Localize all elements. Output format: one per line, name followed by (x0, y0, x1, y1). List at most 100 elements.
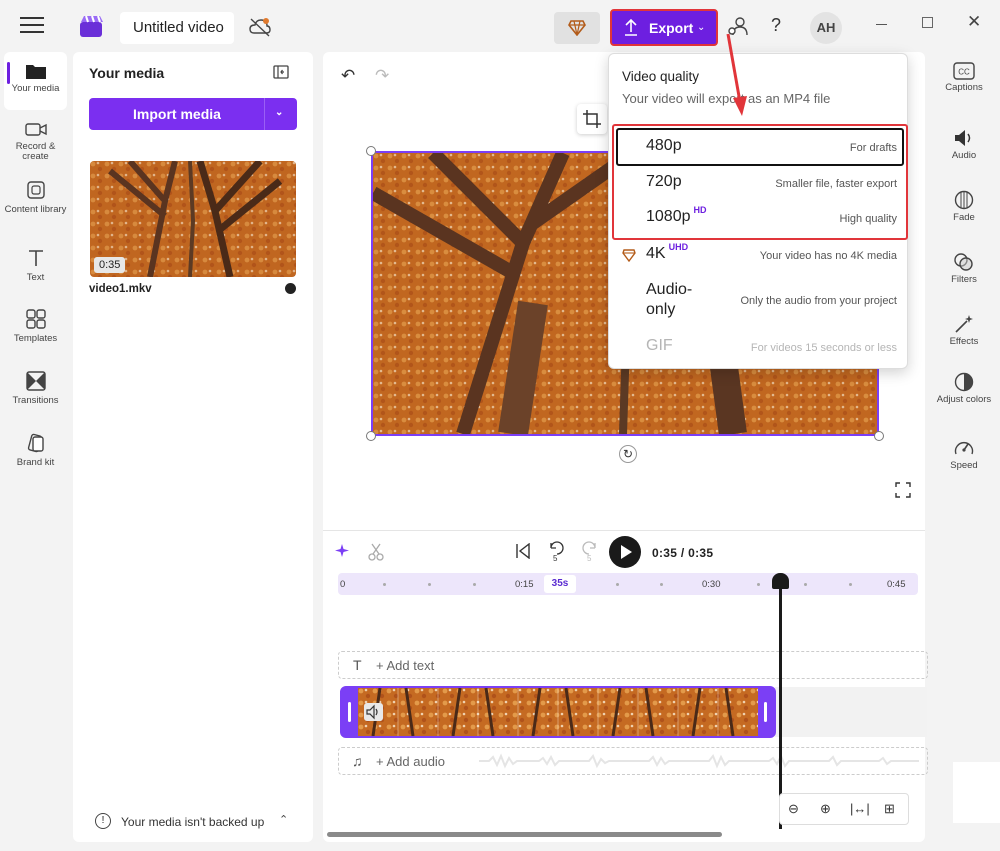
trim-handle-left[interactable] (342, 688, 358, 736)
add-audio-label: + Add audio (376, 754, 446, 769)
avatar[interactable]: AH (810, 12, 842, 44)
sidebar-item-your-media[interactable]: Your media (4, 52, 67, 110)
sidebar-item-fade[interactable]: Fade (932, 190, 996, 223)
sparkle-icon[interactable] (335, 543, 351, 559)
scissors-icon[interactable] (368, 543, 384, 561)
close-icon[interactable]: ✕ (967, 12, 981, 32)
ruler-dot (383, 583, 386, 586)
add-audio-track[interactable]: ♫ + Add audio (338, 747, 928, 775)
sidebar-item-content-library[interactable]: Content library (4, 179, 67, 215)
ruler-label: 0 (340, 579, 346, 590)
option-1080p[interactable]: 1080p HD High quality (609, 205, 909, 233)
sidebar-item-text[interactable]: Text (4, 247, 67, 283)
option-480p[interactable]: 480p For drafts (609, 136, 909, 162)
undo-icon[interactable]: ↶ (341, 66, 355, 86)
clipchamp-logo-icon (80, 15, 103, 37)
blank-area (953, 762, 1000, 823)
forward-5-seconds-button[interactable]: 5 (580, 541, 598, 566)
option-name: 720p (646, 173, 682, 190)
speaker-icon (955, 130, 971, 146)
title-bar: Untitled video Export ⌄ ? AH ✕ (0, 0, 1000, 52)
ruler-dot (616, 583, 619, 586)
sidebar-item-record-create[interactable]: Record & create (4, 120, 67, 162)
rewind-5-seconds-button[interactable]: 5 (548, 541, 566, 566)
trim-handle-right[interactable] (758, 688, 774, 736)
import-media-button[interactable]: Import media ⌄ (89, 98, 297, 130)
option-720p[interactable]: 720p Smaller file, faster export (609, 172, 909, 198)
option-audio-only[interactable]: Audio-only Only the audio from your proj… (609, 280, 909, 324)
svg-text:CC: CC (958, 68, 970, 77)
cloud-off-icon[interactable] (248, 16, 272, 38)
resize-handle[interactable] (874, 431, 884, 441)
sidebar-item-templates[interactable]: Templates (4, 308, 67, 344)
sidebar-item-filters[interactable]: Filters (932, 252, 996, 285)
camera-icon (24, 123, 47, 136)
fade-icon (954, 190, 974, 210)
sidebar-item-label: Your media (11, 83, 60, 94)
horizontal-scrollbar[interactable] (327, 832, 722, 837)
play-button[interactable] (609, 536, 641, 568)
video-clip[interactable] (340, 686, 776, 738)
option-4k[interactable]: 4K UHD Your video has no 4K media (609, 242, 909, 270)
panel-title: Your media (89, 65, 165, 81)
option-name: 1080p (646, 208, 691, 225)
sidebar-item-adjust-colors[interactable]: Adjust colors (932, 372, 996, 405)
playhead-handle[interactable] (772, 573, 789, 589)
ruler-dot (660, 583, 663, 586)
zoom-out-icon[interactable]: ⊖ (788, 801, 799, 817)
sidebar-item-audio[interactable]: Audio (932, 128, 996, 161)
maximize-icon[interactable] (922, 17, 933, 28)
backup-notice[interactable]: ! Your media isn't backed up ⌃ (73, 804, 313, 840)
add-text-label: + Add text (376, 658, 435, 673)
option-name: GIF (646, 337, 673, 354)
resize-handle[interactable] (366, 431, 376, 441)
sidebar-item-effects[interactable]: Effects (932, 314, 996, 347)
playhead-time-marker: 35s (544, 575, 576, 593)
option-description: For videos 15 seconds or less (750, 342, 897, 354)
library-icon (26, 181, 45, 199)
annotation-arrow (726, 33, 747, 116)
sidebar-item-captions[interactable]: CC Captions (932, 62, 996, 93)
rotate-icon[interactable]: ↻ (619, 445, 637, 463)
duration-badge: 0:35 (94, 257, 126, 273)
ruler-label: 0:45 (887, 579, 906, 590)
ruler-dot (804, 583, 807, 586)
help-icon[interactable]: ? (771, 15, 781, 36)
collapse-panel-icon[interactable] (273, 65, 289, 79)
video-clip-filmstrip-image (358, 688, 758, 736)
active-indicator (7, 62, 10, 84)
sidebar-item-brand-kit[interactable]: Brand kit (4, 432, 67, 468)
zoom-in-icon[interactable]: ⊕ (820, 801, 831, 817)
resize-handle[interactable] (366, 146, 376, 156)
skip-to-start-icon[interactable] (515, 543, 531, 559)
fullscreen-icon[interactable] (895, 482, 911, 498)
media-thumbnail[interactable]: 0:35 (90, 161, 296, 277)
sidebar-item-label: Fade (953, 212, 975, 223)
hamburger-menu-icon[interactable] (20, 17, 44, 37)
option-name-wrap: 4K UHD (646, 242, 688, 263)
minimize-icon[interactable] (876, 24, 887, 25)
sidebar-item-label: Filters (951, 274, 977, 285)
expand-tracks-icon[interactable]: ⊞ (884, 801, 895, 817)
sidebar-item-transitions[interactable]: Transitions (4, 370, 67, 406)
backup-notice-text: Your media isn't backed up (121, 815, 265, 829)
chevron-up-icon[interactable]: ⌃ (279, 813, 288, 826)
option-name: Audio-only (646, 281, 693, 318)
add-text-track[interactable]: T + Add text (338, 651, 928, 679)
chevron-down-icon[interactable]: ⌄ (275, 107, 283, 118)
volume-button[interactable] (364, 703, 383, 721)
text-icon (28, 250, 43, 266)
project-title[interactable]: Untitled video (120, 12, 234, 44)
menu-heading: Video quality (622, 69, 700, 84)
sidebar-item-label: Effects (949, 336, 979, 347)
option-description: Only the audio from your project (740, 295, 897, 307)
premium-button[interactable] (554, 12, 600, 44)
crop-button[interactable] (577, 104, 607, 134)
option-gif[interactable]: GIF For videos 15 seconds or less (609, 337, 909, 363)
sidebar-item-speed[interactable]: Speed (932, 438, 996, 471)
fit-to-width-icon[interactable]: |↔| (850, 801, 870, 816)
redo-icon[interactable]: ↷ (375, 66, 389, 86)
option-name: 4K (646, 245, 666, 262)
timeline-ruler[interactable]: 0 0:15 35s 0:30 0:45 (338, 573, 918, 595)
playhead[interactable] (779, 581, 782, 829)
